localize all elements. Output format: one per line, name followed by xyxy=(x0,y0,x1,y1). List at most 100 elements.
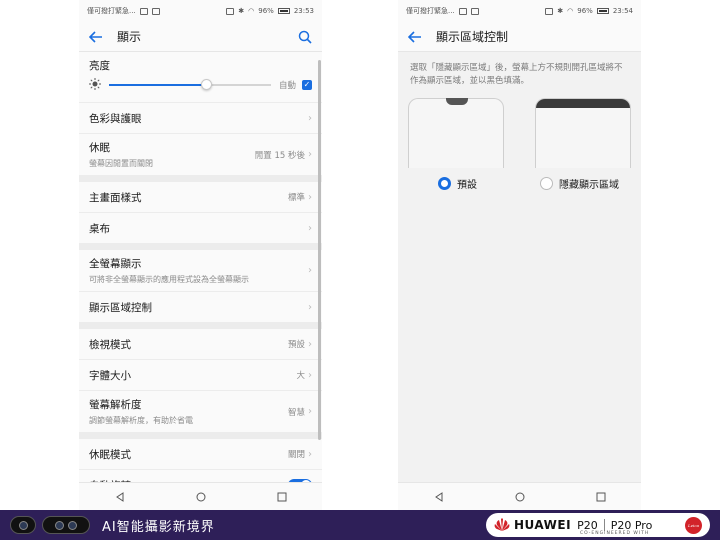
home-circle-icon[interactable] xyxy=(194,490,208,504)
home-circle-icon[interactable] xyxy=(513,490,527,504)
settings-row-sleep[interactable]: 休眠螢幕因閒置而關閉 閒置 15 秒後 › xyxy=(79,134,322,176)
recents-square-icon[interactable] xyxy=(275,490,289,504)
settings-row-display-area[interactable]: 顯示區域控制 › xyxy=(79,292,322,323)
brightness-row: 自動 ✓ xyxy=(79,75,322,103)
auto-brightness-checkbox[interactable]: ✓ xyxy=(302,79,312,90)
nfc-icon xyxy=(226,7,235,15)
chevron-right-icon: › xyxy=(308,149,312,160)
notification-icon xyxy=(470,7,479,15)
app-bar: 顯示 xyxy=(79,22,322,52)
status-bar: 僅可撥打緊急... ✱ ◠ 96% 23:54 xyxy=(398,0,641,22)
back-arrow-icon[interactable] xyxy=(406,28,424,46)
back-arrow-icon[interactable] xyxy=(87,28,105,46)
row-title: 主畫面樣式 xyxy=(89,191,142,204)
slider-thumb[interactable] xyxy=(201,78,213,90)
divider xyxy=(603,519,605,531)
nav-bar xyxy=(398,482,641,510)
description-text: 選取「隱藏顯示區域」後，螢幕上方不規則開孔區域將不作為顯示區域，並以黑色填滿。 xyxy=(398,52,641,88)
wifi-icon: ◠ xyxy=(248,7,255,15)
app-bar: 顯示區域控制 xyxy=(398,22,641,52)
row-value: 關閉 xyxy=(287,450,305,460)
promo-banner: AI智能攝影新境界 HUAWEI P20 P20 Pro CO-ENGINEER… xyxy=(0,510,720,540)
preview-images xyxy=(398,88,641,168)
chevron-right-icon: › xyxy=(308,406,312,417)
chevron-right-icon: › xyxy=(308,448,312,460)
page-title: 顯示區域控制 xyxy=(436,30,509,44)
row-subtitle: 可將非全螢幕顯示的應用程式設為全螢幕顯示 xyxy=(89,275,249,284)
option-group: 預設 隱藏顯示區域 xyxy=(398,168,641,191)
row-title: 螢幕解析度 xyxy=(89,399,142,411)
settings-row-fullscreen[interactable]: 全螢幕顯示可將非全螢幕顯示的應用程式設為全螢幕顯示 › xyxy=(79,250,322,292)
notch-shape xyxy=(446,98,468,105)
settings-list: 亮度 自動 ✓ 色彩與護眼 › 休眠螢幕因閒置而關閉 閒置 15 秒後 › 主畫… xyxy=(79,52,322,501)
notification-icon xyxy=(151,7,160,15)
carrier-text: 僅可撥打緊急... xyxy=(87,7,136,15)
chevron-right-icon: › xyxy=(308,338,312,350)
status-bar: 僅可撥打緊急... ✱ ◠ 96% 23:53 xyxy=(79,0,322,22)
model-p20-pro: P20 Pro xyxy=(610,518,653,532)
leica-logo-icon: Leica xyxy=(685,516,702,534)
settings-row-color-eye[interactable]: 色彩與護眼 › xyxy=(79,103,322,134)
brightness-slider[interactable] xyxy=(109,78,271,91)
brightness-label: 亮度 xyxy=(89,60,110,72)
leica-text: Leica xyxy=(688,522,699,528)
chevron-right-icon: › xyxy=(308,265,312,276)
row-value: 閒置 15 秒後 xyxy=(254,150,305,161)
option-default[interactable]: 預設 xyxy=(438,176,477,191)
battery-icon xyxy=(596,8,609,14)
row-title: 檢視模式 xyxy=(89,338,131,351)
row-subtitle: 螢幕因閒置而關閉 xyxy=(89,159,153,168)
option-hide-area[interactable]: 隱藏顯示區域 xyxy=(540,176,619,191)
option-label: 預設 xyxy=(457,180,477,191)
model-p20: P20 xyxy=(577,518,598,532)
chevron-right-icon: › xyxy=(308,112,312,124)
row-title: 桌布 xyxy=(89,222,110,235)
dual-camera-icon xyxy=(42,516,90,534)
black-fill-strip xyxy=(536,99,630,108)
auto-brightness-label: 自動 xyxy=(278,80,296,91)
battery-icon xyxy=(277,8,290,14)
battery-percent: 96% xyxy=(258,7,274,15)
row-subtitle: 調節螢幕解析度，有助於省電 xyxy=(89,416,193,425)
row-value: 大 xyxy=(296,371,305,381)
huawei-logo-icon xyxy=(494,518,510,531)
co-engineered-text: CO-ENGINEERED WITH xyxy=(580,531,650,536)
search-icon[interactable] xyxy=(296,28,314,46)
preview-hidden-area[interactable] xyxy=(535,98,631,168)
bluetooth-icon: ✱ xyxy=(238,7,245,15)
notification-icon xyxy=(139,7,148,15)
notification-icon xyxy=(458,7,467,15)
row-title: 全螢幕顯示 xyxy=(89,258,142,270)
row-value: 預設 xyxy=(287,340,305,350)
display-area-screen: 僅可撥打緊急... ✱ ◠ 96% 23:54 顯示區域控制 選取「隱藏顯示區域… xyxy=(398,0,641,510)
brand-name: HUAWEI xyxy=(514,518,572,532)
recents-square-icon[interactable] xyxy=(594,490,608,504)
bluetooth-icon: ✱ xyxy=(557,7,564,15)
brightness-sun-icon xyxy=(89,75,101,94)
settings-row-view-mode[interactable]: 檢視模式 預設 › xyxy=(79,329,322,360)
row-title: 休眠 xyxy=(89,142,110,154)
row-title: 顯示區域控制 xyxy=(89,301,152,314)
banner-tagline: AI智能攝影新境界 xyxy=(102,519,215,535)
preview-default-notch[interactable] xyxy=(408,98,504,168)
row-value: 智慧 xyxy=(287,407,305,418)
back-triangle-icon[interactable] xyxy=(113,490,127,504)
settings-row-wallpaper[interactable]: 桌布 › xyxy=(79,213,322,244)
camera-lens-icon xyxy=(10,516,36,534)
option-label: 隱藏顯示區域 xyxy=(559,180,619,191)
radio-unselected[interactable] xyxy=(540,177,553,190)
back-triangle-icon[interactable] xyxy=(432,490,446,504)
settings-row-font-size[interactable]: 字體大小 大 › xyxy=(79,360,322,391)
row-value: 標準 xyxy=(287,193,305,203)
radio-selected[interactable] xyxy=(438,177,451,190)
chevron-right-icon: › xyxy=(308,191,312,203)
chevron-right-icon: › xyxy=(308,222,312,234)
settings-row-home-style[interactable]: 主畫面樣式 標準 › xyxy=(79,182,322,213)
brand-box: HUAWEI P20 P20 Pro CO-ENGINEERED WITH Le… xyxy=(486,513,710,537)
row-title: 字體大小 xyxy=(89,369,131,382)
clock: 23:54 xyxy=(612,7,633,15)
settings-row-resolution[interactable]: 螢幕解析度調節螢幕解析度，有助於省電 智慧 › xyxy=(79,391,322,433)
settings-row-sleep-mode[interactable]: 休眠模式 關閉 › xyxy=(79,439,322,470)
clock: 23:53 xyxy=(293,7,314,15)
scrollbar[interactable] xyxy=(318,60,321,440)
